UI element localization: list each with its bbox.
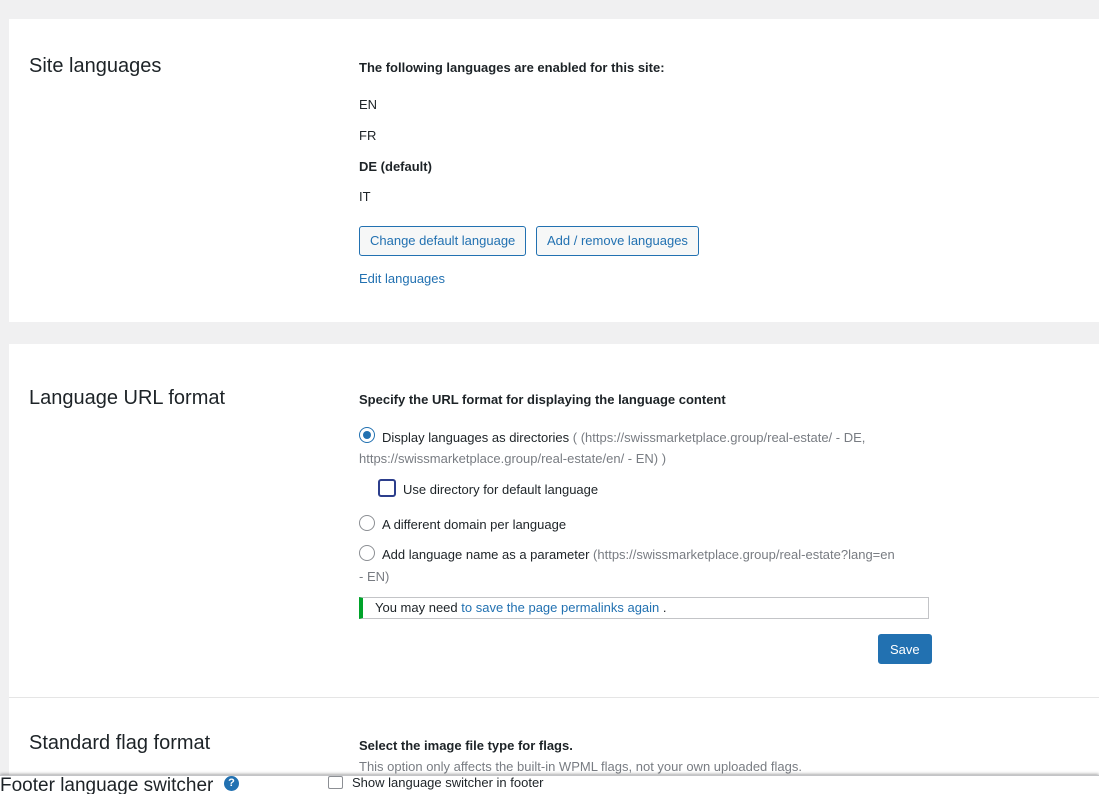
language-item-it: IT [359,189,371,204]
url-format-heading: Specify the URL format for displaying th… [359,392,726,407]
directories-radio[interactable] [359,427,375,443]
default-language-directory-checkbox[interactable] [378,479,396,497]
language-parameter-example-1: (https://swissmarketplace.group/real-est… [593,547,895,562]
save-button[interactable]: Save [878,634,932,664]
directories-example-2: https://swissmarketplace.group/real-esta… [359,451,667,466]
permalinks-notice: You may need to save the page permalinks… [359,597,929,619]
footer-switcher-label[interactable]: Show language switcher in footer [352,776,544,790]
domain-per-language-label[interactable]: A different domain per language [382,517,566,532]
language-parameter-example-2: - EN) [359,569,390,584]
notice-suffix: . [662,600,667,615]
site-languages-title: Site languages [29,55,162,77]
language-item-en: EN [359,97,378,112]
notice-prefix: You may need [375,600,458,615]
language-parameter-label-text: Add language name as a parameter [382,547,590,562]
url-format-panel: Language URL format Specify the URL form… [9,344,1099,775]
flag-format-title: Standard flag format [29,732,211,754]
directories-example-1: ( (https://swissmarketplace.group/real-e… [572,430,866,445]
panel-divider [9,697,1099,698]
language-parameter-label[interactable]: Add language name as a parameter (https:… [382,547,895,562]
help-icon[interactable]: ? [224,776,239,791]
domain-per-language-radio[interactable] [359,515,375,531]
footer-switcher-title: Footer language switcher [0,775,214,794]
change-default-language-button[interactable]: Change default language [359,226,527,256]
add-remove-languages-button[interactable]: Add / remove languages [536,226,699,256]
directories-label[interactable]: Display languages as directories ( (http… [382,430,865,445]
site-languages-panel: Site languages The following languages a… [9,19,1099,322]
language-item-de-default: DE (default) [359,159,432,174]
site-languages-heading: The following languages are enabled for … [359,60,665,75]
directories-label-text: Display languages as directories [382,430,570,445]
flag-format-heading: Select the image file type for flags. [359,738,573,753]
default-language-directory-label[interactable]: Use directory for default language [403,482,598,497]
footer-switcher-checkbox[interactable] [328,776,343,789]
url-format-title: Language URL format [29,387,226,409]
footer-language-switcher-strip: Footer language switcher ? Show language… [0,775,1099,794]
save-permalinks-link[interactable]: to save the page permalinks again [461,600,659,615]
flag-format-description: This option only affects the built-in WP… [359,759,802,774]
edit-languages-link[interactable]: Edit languages [359,271,445,286]
language-item-fr: FR [359,128,377,143]
language-parameter-radio[interactable] [359,545,375,561]
